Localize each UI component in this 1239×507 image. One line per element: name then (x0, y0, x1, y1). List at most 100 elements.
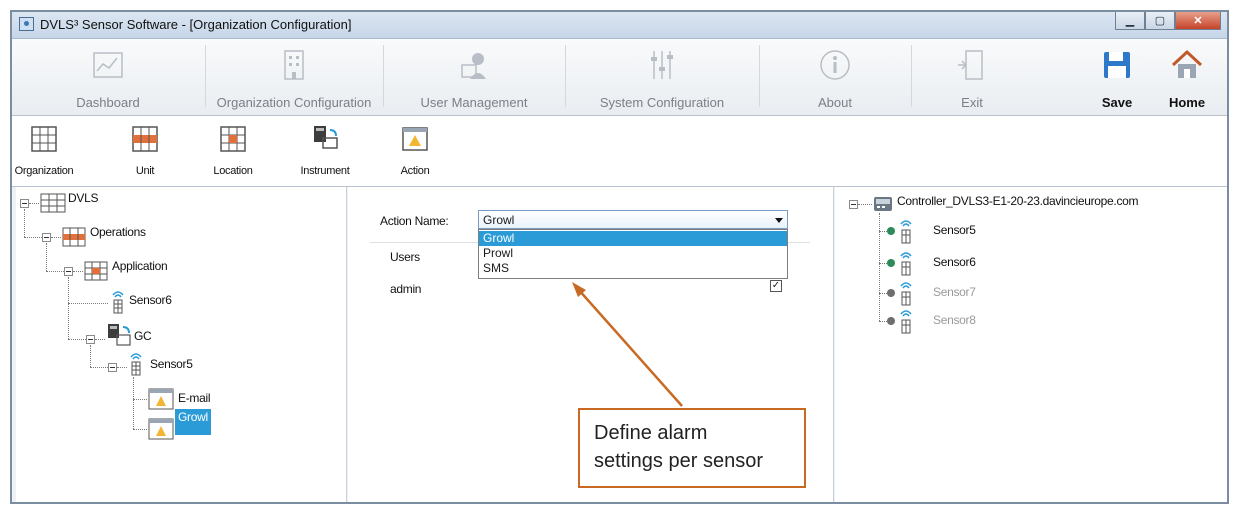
dropdown-option-prowl[interactable]: Prowl (479, 246, 787, 261)
tree-connector (90, 345, 91, 367)
action-name-select[interactable]: Growl (478, 210, 788, 229)
action-name-value: Growl (483, 213, 515, 227)
dashboard-button[interactable]: Dashboard (12, 39, 204, 115)
minimize-button[interactable]: ▁ (1115, 12, 1145, 30)
location-grid-icon (220, 126, 246, 152)
tree-connector (879, 213, 880, 321)
dropdown-option-growl[interactable]: Growl (479, 231, 787, 246)
user-icon (461, 53, 486, 79)
user-management-button[interactable]: User Management (384, 39, 564, 115)
warning-window-icon (402, 127, 428, 151)
save-button[interactable]: Save (1087, 39, 1147, 115)
save-floppy-icon (1104, 52, 1130, 78)
controller-sensor-7[interactable]: Sensor7 (933, 285, 976, 299)
dashboard-icon (93, 52, 123, 78)
location-tool-button[interactable]: Location (208, 116, 258, 186)
home-icon (1171, 49, 1203, 78)
tree-connector (68, 277, 69, 339)
app-icon (19, 17, 34, 31)
callout-line-2: settings per sensor (594, 450, 763, 472)
sub-toolbar: Organization Unit Location Instrument Ac… (12, 116, 1227, 187)
tree-connector (879, 321, 887, 322)
controller-sensor-6[interactable]: Sensor6 (933, 255, 976, 269)
warning-window-icon (148, 418, 174, 440)
collapse-toggle[interactable] (86, 335, 95, 344)
tree-node-operations[interactable]: Operations (90, 225, 146, 239)
collapse-toggle[interactable] (20, 199, 29, 208)
tree-connector (51, 237, 61, 238)
system-configuration-button[interactable]: System Configuration (566, 39, 758, 115)
sensor-icon (900, 282, 912, 306)
tree-node-application[interactable]: Application (112, 259, 168, 273)
tree-connector (858, 204, 872, 205)
info-icon (820, 50, 850, 80)
user-admin-checkbox[interactable]: ✓ (770, 280, 782, 292)
controller-sensor-5[interactable]: Sensor5 (933, 223, 976, 237)
tree-connector (133, 377, 134, 429)
tree-node-sensor5[interactable]: Sensor5 (150, 357, 193, 371)
close-button[interactable]: ✕ (1175, 12, 1221, 30)
organization-grid-icon (40, 193, 66, 213)
about-button[interactable]: About (760, 39, 910, 115)
user-name-admin: admin (390, 282, 422, 296)
chevron-down-icon (775, 218, 783, 223)
sensor-icon (900, 310, 912, 334)
annotation-callout: Define alarm settings per sensor (578, 408, 806, 488)
tree-connector (46, 243, 47, 271)
action-tool-button[interactable]: Action (390, 116, 440, 186)
tree-connector (879, 293, 887, 294)
dropdown-option-sms[interactable]: SMS (479, 261, 787, 276)
sensor-status-offline-icon (887, 289, 895, 297)
tree-connector (46, 271, 64, 272)
tree-node-sensor6[interactable]: Sensor6 (129, 293, 172, 307)
maximize-button[interactable]: ▢ (1145, 12, 1175, 30)
organization-tool-button[interactable]: Organization (14, 116, 74, 186)
tree-connector (879, 231, 887, 232)
location-grid-icon (84, 261, 108, 281)
instrument-icon (108, 324, 131, 346)
organization-tree-panel: DVLS Operations Application Sensor6 GC S… (16, 187, 347, 502)
tree-connector (879, 263, 887, 264)
exit-button[interactable]: Exit (912, 39, 1032, 115)
window-title: DVLS³ Sensor Software - [Organization Co… (40, 17, 352, 32)
tree-connector (68, 303, 108, 304)
tree-connector (29, 203, 39, 204)
sensor-icon (130, 353, 142, 376)
users-column-header: Users (390, 250, 420, 264)
unit-grid-icon (132, 126, 158, 152)
collapse-toggle[interactable] (849, 200, 858, 209)
tree-node-dvls[interactable]: DVLS (68, 191, 98, 205)
warning-window-icon (148, 388, 174, 410)
building-icon (284, 50, 304, 80)
action-name-dropdown: Growl Prowl SMS (478, 229, 788, 279)
unit-tool-button[interactable]: Unit (120, 116, 170, 186)
sensor-icon (900, 252, 912, 276)
tree-connector (117, 367, 127, 368)
main-ribbon: Dashboard Organization Configuration Use… (12, 39, 1227, 116)
controller-icon (874, 197, 892, 211)
instrument-icon (314, 126, 338, 149)
tree-node-gc[interactable]: GC (134, 329, 152, 343)
sensor-status-online-icon (887, 259, 895, 267)
tree-connector (133, 429, 147, 430)
tree-connector (95, 339, 105, 340)
home-button[interactable]: Home (1152, 39, 1222, 115)
action-name-label: Action Name: (380, 214, 449, 228)
tree-node-email[interactable]: E-mail (178, 391, 211, 405)
sensor-icon (112, 291, 124, 314)
tree-connector (68, 339, 86, 340)
instrument-tool-button[interactable]: Instrument (295, 116, 355, 186)
collapse-toggle[interactable] (108, 363, 117, 372)
window-controls: ▁ ▢ ✕ (1115, 12, 1221, 30)
sensor-icon (900, 220, 912, 244)
tree-connector (73, 271, 83, 272)
tree-connector (24, 237, 42, 238)
organization-configuration-button[interactable]: Organization Configuration (206, 39, 382, 115)
sensor-status-offline-icon (887, 317, 895, 325)
controller-sensor-8[interactable]: Sensor8 (933, 313, 976, 327)
collapse-toggle[interactable] (64, 267, 73, 276)
tree-node-growl-selected[interactable]: Growl (175, 409, 211, 435)
controller-node[interactable]: Controller_DVLS3-E1-20-23.davincieurope.… (897, 194, 1139, 208)
exit-door-icon (958, 50, 983, 80)
collapse-toggle[interactable] (42, 233, 51, 242)
